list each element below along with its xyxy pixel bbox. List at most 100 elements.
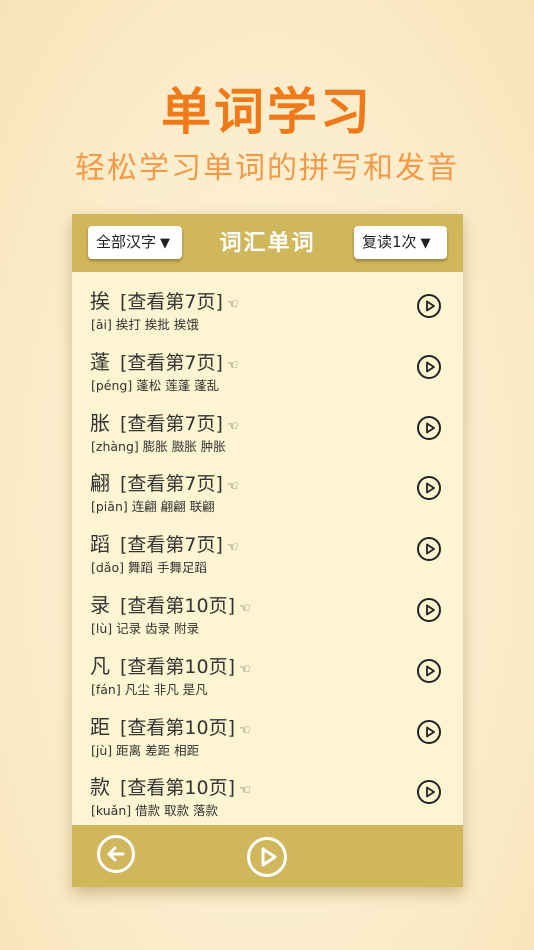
play-audio-button[interactable]: [417, 537, 441, 562]
chevron-down-icon: ▼: [420, 236, 431, 251]
example-words: 蓬松 莲蓬 蓬乱: [136, 377, 220, 393]
play-circle-icon: [426, 604, 435, 616]
play-audio-button[interactable]: [417, 294, 441, 318]
pinyin: [lù]: [91, 620, 113, 636]
word-character: 蓬: [90, 349, 110, 374]
play-audio-button[interactable]: [417, 658, 441, 683]
play-circle-icon: [261, 847, 277, 867]
page-reference-link[interactable]: [查看第7页]: [120, 534, 223, 556]
example-words: 挨打 挨批 挨饿: [115, 317, 199, 332]
arrow-left-circle-icon: [107, 846, 125, 862]
play-circle-icon: [426, 361, 435, 373]
play-circle-icon: [426, 665, 435, 677]
word-heading: 蓬 [查看第7页] ☜: [90, 346, 239, 375]
word-character: 款: [90, 775, 110, 800]
hero-title: 单词学习: [161, 83, 373, 141]
play-audio-button[interactable]: [417, 597, 441, 622]
play-circle-icon: [426, 300, 435, 312]
word-character: 距: [90, 714, 110, 739]
hero-subtitle: 轻松学习单词的拼写和发音: [75, 151, 459, 186]
word-character: 凡: [90, 653, 110, 678]
word-row[interactable]: 蹈 [查看第7页] ☜ [dǎo] 舞蹈 手舞足蹈: [72, 523, 463, 584]
word-heading: 胀 [查看第7页] ☜: [90, 407, 239, 436]
word-character: 蹈: [90, 532, 110, 557]
play-audio-button[interactable]: [417, 354, 441, 379]
word-detail: [péng] 蓬松 莲蓬 蓬乱: [91, 375, 219, 394]
word-character: 录: [90, 592, 110, 617]
example-words: 膨胀 臌胀 肿胀: [142, 438, 226, 454]
pointing-hand-icon: ☜: [226, 540, 239, 556]
word-row[interactable]: 款 [查看第10页] ☜ [kuǎn] 借款 取款 落款: [72, 766, 463, 827]
pinyin: [péng]: [91, 377, 133, 393]
word-row[interactable]: 翩 [查看第7页] ☜ [piān] 连翩 翩翩 联翩: [72, 462, 463, 523]
pointing-hand-icon: ☜: [226, 297, 239, 312]
word-row[interactable]: 凡 [查看第10页] ☜ [fán] 凡尘 非凡 是凡: [72, 645, 463, 706]
filter-dropdown-label: 全部汉字: [96, 233, 157, 251]
example-words: 记录 齿录 附录: [116, 620, 200, 636]
word-heading: 凡 [查看第10页] ☜: [90, 650, 251, 679]
play-circle-icon: [426, 726, 435, 737]
pointing-hand-icon: ☜: [239, 600, 251, 616]
word-detail: [dǎo] 舞蹈 手舞足蹈: [91, 557, 207, 576]
word-row[interactable]: 蓬 [查看第7页] ☜ [péng] 蓬松 莲蓬 蓬乱: [72, 341, 463, 402]
word-detail: [lù] 记录 齿录 附录: [91, 618, 199, 637]
word-list: 挨 [查看第7页] ☜ [āi] 挨打 挨批 挨饿蓬 [查看第7页] ☜ [péng] 蓬松…: [72, 280, 463, 827]
word-heading: 挨 [查看第7页] ☜: [90, 285, 239, 314]
page-reference-link[interactable]: [查看第10页]: [120, 717, 235, 739]
filter-dropdown[interactable]: 全部汉字 ▼: [88, 226, 182, 259]
example-words: 舞蹈 手舞足蹈: [127, 560, 207, 576]
word-row[interactable]: 距 [查看第10页] ☜ [jù] 距离 差距 相距: [72, 706, 463, 767]
footer-bar: [72, 825, 463, 887]
word-heading: 款 [查看第10页] ☜: [90, 771, 251, 800]
repeat-dropdown[interactable]: 复读1次 ▼: [354, 226, 447, 259]
example-words: 凡尘 非凡 是凡: [124, 681, 208, 697]
word-detail: [kuǎn] 借款 取款 落款: [91, 800, 218, 819]
play-circle-icon: [426, 422, 435, 433]
play-audio-button[interactable]: [417, 476, 441, 501]
word-detail: [piān] 连翩 翩翩 联翩: [91, 496, 215, 515]
pointing-hand-icon: ☜: [226, 479, 239, 495]
word-row[interactable]: 录 [查看第10页] ☜ [lù] 记录 齿录 附录: [72, 584, 463, 645]
word-heading: 距 [查看第10页] ☜: [90, 711, 251, 740]
word-detail: [zhàng] 膨胀 臌胀 肿胀: [91, 436, 226, 455]
play-all-button[interactable]: [247, 837, 287, 877]
word-panel: 全部汉字 ▼ 词汇单词 复读1次 ▼ 挨 [查看第7页] ☜ [āi] 挨打 挨批 挨饿蓬…: [72, 214, 463, 887]
pinyin: [āi]: [91, 317, 112, 332]
pointing-hand-icon: ☜: [239, 783, 251, 799]
play-circle-icon: [426, 543, 435, 555]
play-audio-button[interactable]: [417, 415, 441, 440]
word-heading: 录 [查看第10页] ☜: [90, 589, 251, 618]
pointing-hand-icon: ☜: [226, 418, 239, 434]
page-reference-link[interactable]: [查看第7页]: [120, 473, 223, 495]
page-reference-link[interactable]: [查看第10页]: [120, 656, 235, 678]
back-button[interactable]: [97, 835, 135, 873]
play-circle-icon: [426, 786, 435, 798]
word-character: 胀: [90, 410, 110, 435]
header-bar: 全部汉字 ▼ 词汇单词 复读1次 ▼: [72, 214, 463, 272]
pinyin: [jù]: [91, 742, 113, 758]
page-reference-link[interactable]: [查看第10页]: [120, 777, 235, 799]
word-character: 挨: [90, 289, 110, 313]
chevron-down-icon: ▼: [160, 236, 171, 251]
page-reference-link[interactable]: [查看第7页]: [120, 413, 223, 435]
pinyin: [kuǎn]: [91, 803, 132, 819]
pointing-hand-icon: ☜: [226, 357, 239, 373]
page-reference-link[interactable]: [查看第7页]: [120, 352, 223, 374]
word-row[interactable]: 胀 [查看第7页] ☜ [zhàng] 膨胀 臌胀 肿胀: [72, 402, 463, 463]
pinyin: [fán]: [91, 681, 121, 697]
word-heading: 蹈 [查看第7页] ☜: [90, 528, 239, 557]
pinyin: [piān]: [91, 499, 128, 515]
pointing-hand-icon: ☜: [239, 661, 251, 677]
page-reference-link[interactable]: [查看第10页]: [120, 595, 235, 617]
repeat-dropdown-label: 复读1次: [362, 233, 417, 251]
play-audio-button[interactable]: [417, 719, 441, 744]
page-reference-link[interactable]: [查看第7页]: [120, 291, 223, 313]
panel-title: 词汇单词: [219, 230, 316, 256]
word-detail: [āi] 挨打 挨批 挨饿: [91, 314, 199, 333]
word-row[interactable]: 挨 [查看第7页] ☜ [āi] 挨打 挨批 挨饿: [72, 280, 463, 341]
example-words: 借款 取款 落款: [135, 803, 219, 819]
pinyin: [dǎo]: [91, 560, 124, 576]
example-words: 连翩 翩翩 联翩: [131, 499, 215, 515]
play-audio-button[interactable]: [417, 780, 441, 805]
pointing-hand-icon: ☜: [239, 722, 251, 738]
